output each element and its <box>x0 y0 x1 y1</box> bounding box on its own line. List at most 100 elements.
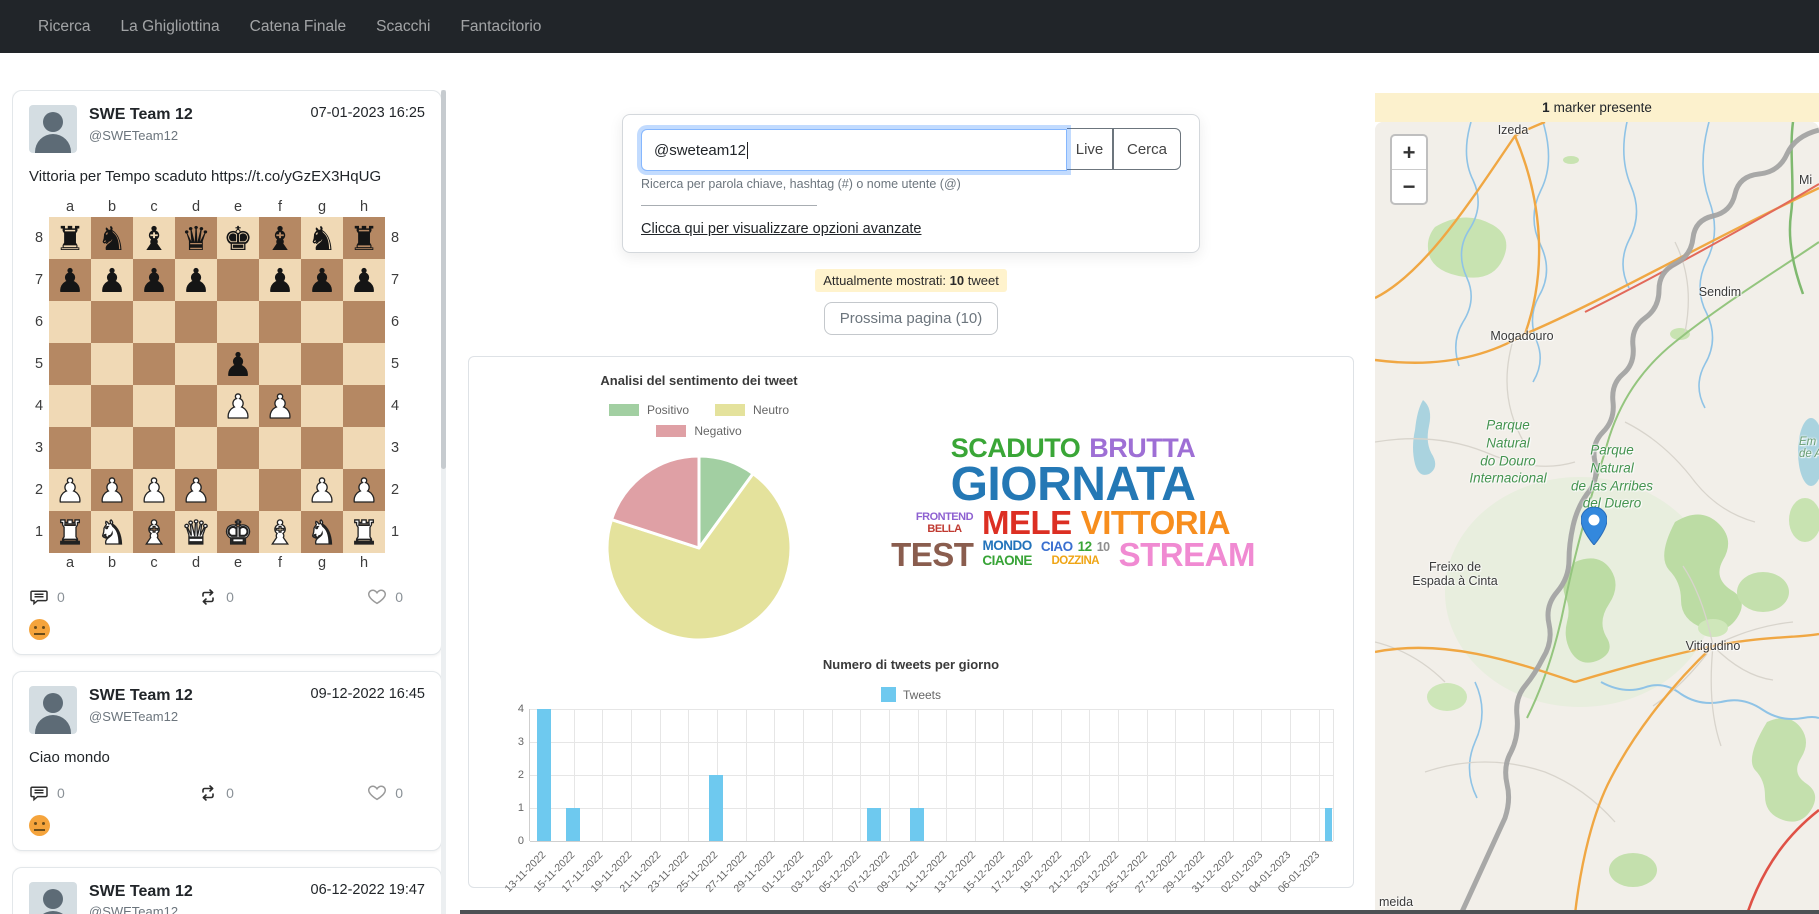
board-coordinate: 2 <box>29 469 49 511</box>
chess-piece: ♟ <box>55 264 85 297</box>
wordcloud-word: STREAM <box>1119 539 1255 570</box>
chess-square: ♟ <box>175 469 217 511</box>
chess-square: ♛ <box>175 511 217 553</box>
nav-item-fantacitorio[interactable]: Fantacitorio <box>460 18 541 36</box>
board-coordinate <box>29 553 49 573</box>
nav-item-scacchi[interactable]: Scacchi <box>376 18 430 36</box>
avatar <box>29 105 77 153</box>
tweets-per-day-bar-chart: 4321013-11-202215-11-202217-11-202219-11… <box>529 709 1332 841</box>
word-cloud: SCADUTOBRUTTAGIORNATAFRONTENDBELLAMELEVI… <box>899 407 1247 599</box>
pie-chart-legend: Positivo Neutro Negativo <box>509 403 889 438</box>
chess-square: ♟ <box>301 259 343 301</box>
comment-button[interactable]: 0 <box>29 783 65 803</box>
board-coordinate: 7 <box>385 259 405 301</box>
chess-square: ♞ <box>301 511 343 553</box>
like-button[interactable]: 0 <box>367 783 403 803</box>
board-coordinate: g <box>301 553 343 573</box>
board-coordinate: c <box>133 553 175 573</box>
board-coordinate: b <box>91 197 133 217</box>
next-page-button[interactable]: Prossima pagina (10) <box>824 302 999 335</box>
zoom-out-button[interactable]: − <box>1392 170 1426 203</box>
chess-square: ♝ <box>133 511 175 553</box>
heart-icon <box>367 587 387 607</box>
tweet-text: Ciao mondo <box>29 748 425 768</box>
tweet-list: SWE Team 12 @SWETeam12 07-01-2023 16:25 … <box>12 90 442 914</box>
wordcloud-word: VITTORIA <box>1081 507 1230 538</box>
chess-square: ♟ <box>49 259 91 301</box>
nav-item-catena-finale[interactable]: Catena Finale <box>250 18 347 36</box>
like-button[interactable]: 0 <box>367 587 403 607</box>
main-content: @sweteam12 Live Cerca Ricerca per parola… <box>447 53 1375 914</box>
bar-chart-title: Numero di tweets per giorno <box>469 657 1353 672</box>
chess-square: ♝ <box>259 217 301 259</box>
search-input[interactable]: @sweteam12 <box>641 129 1067 171</box>
retweet-count: 0 <box>226 589 234 605</box>
tweet-timestamp: 07-01-2023 16:25 <box>311 105 426 121</box>
bar-07-01-2023 <box>1325 808 1332 841</box>
wordcloud-word: TEST <box>891 539 973 570</box>
y-axis-tick: 2 <box>494 769 524 781</box>
zoom-in-button[interactable]: + <box>1392 136 1426 170</box>
search-button[interactable]: Cerca <box>1113 128 1181 170</box>
y-axis-tick: 1 <box>494 802 524 814</box>
wordcloud-word: 10 <box>1097 542 1110 554</box>
board-coordinate: 4 <box>29 385 49 427</box>
like-count: 0 <box>395 785 403 801</box>
nav-item-ricerca[interactable]: Ricerca <box>38 18 91 36</box>
chess-piece: ♚ <box>223 222 253 255</box>
y-axis-tick: 4 <box>494 703 524 715</box>
tweet-list-scrollbar[interactable] <box>441 90 446 914</box>
advanced-options-link[interactable]: Clicca qui per visualizzare opzioni avan… <box>641 221 921 237</box>
board-coordinate: 3 <box>29 427 49 469</box>
retweet-button[interactable]: 0 <box>198 587 234 607</box>
chess-piece: ♚ <box>223 516 253 549</box>
board-coordinate: 8 <box>385 217 405 259</box>
chess-square <box>301 343 343 385</box>
map-label: Mi <box>1799 173 1812 187</box>
chess-square: ♛ <box>175 217 217 259</box>
map-canvas[interactable]: + − IzedaMiMogadouroSendimFreixo de Espa… <box>1375 122 1819 914</box>
wordcloud-word: CIAO <box>1041 541 1073 554</box>
chess-square: ♞ <box>91 511 133 553</box>
search-card: @sweteam12 Live Cerca Ricerca per parola… <box>622 114 1200 253</box>
chess-square <box>133 427 175 469</box>
tweet-author-handle: @SWETeam12 <box>89 128 311 143</box>
chess-square: ♟ <box>133 259 175 301</box>
chess-piece: ♟ <box>265 264 295 297</box>
live-button[interactable]: Live <box>1067 128 1113 170</box>
board-coordinate <box>29 197 49 217</box>
chess-square: ♟ <box>301 469 343 511</box>
chess-piece: ♟ <box>349 474 379 507</box>
board-coordinate: d <box>175 197 217 217</box>
neutral-face-emoji <box>29 619 50 640</box>
map-marker-pin[interactable] <box>1581 507 1607 545</box>
tweet-card: SWE Team 12 @SWETeam12 07-01-2023 16:25 … <box>12 90 442 655</box>
avatar <box>29 882 77 914</box>
chess-piece: ♟ <box>181 474 211 507</box>
comment-count: 0 <box>57 589 65 605</box>
bar-chart-legend: Tweets <box>469 687 1353 702</box>
board-coordinate: b <box>91 553 133 573</box>
chess-square: ♚ <box>217 217 259 259</box>
top-navbar: Ricerca La Ghigliottina Catena Finale Sc… <box>0 0 1819 53</box>
map-panel: 1marker presente <box>1375 93 1819 914</box>
chess-piece: ♜ <box>55 516 85 549</box>
chess-piece: ♝ <box>265 222 295 255</box>
pie-chart-title: Analisi del sentimento dei tweet <box>509 373 889 388</box>
chess-square: ♜ <box>343 217 385 259</box>
nav-item-la-ghigliottina[interactable]: La Ghigliottina <box>121 18 220 36</box>
y-axis-tick: 0 <box>494 835 524 847</box>
divider <box>641 205 817 206</box>
bar-25-11-2022 <box>709 775 723 841</box>
wordcloud-word: MELE <box>982 507 1072 538</box>
comment-button[interactable]: 0 <box>29 587 65 607</box>
chess-piece: ♝ <box>265 516 295 549</box>
chess-square <box>175 301 217 343</box>
horizontal-scrollbar[interactable] <box>460 910 1819 914</box>
retweet-button[interactable]: 0 <box>198 783 234 803</box>
chess-square <box>49 301 91 343</box>
wordcloud-word: BELLA <box>927 524 961 534</box>
bar-09-12-2022 <box>910 808 924 841</box>
chess-square <box>301 301 343 343</box>
bar-06-12-2022 <box>867 808 881 841</box>
